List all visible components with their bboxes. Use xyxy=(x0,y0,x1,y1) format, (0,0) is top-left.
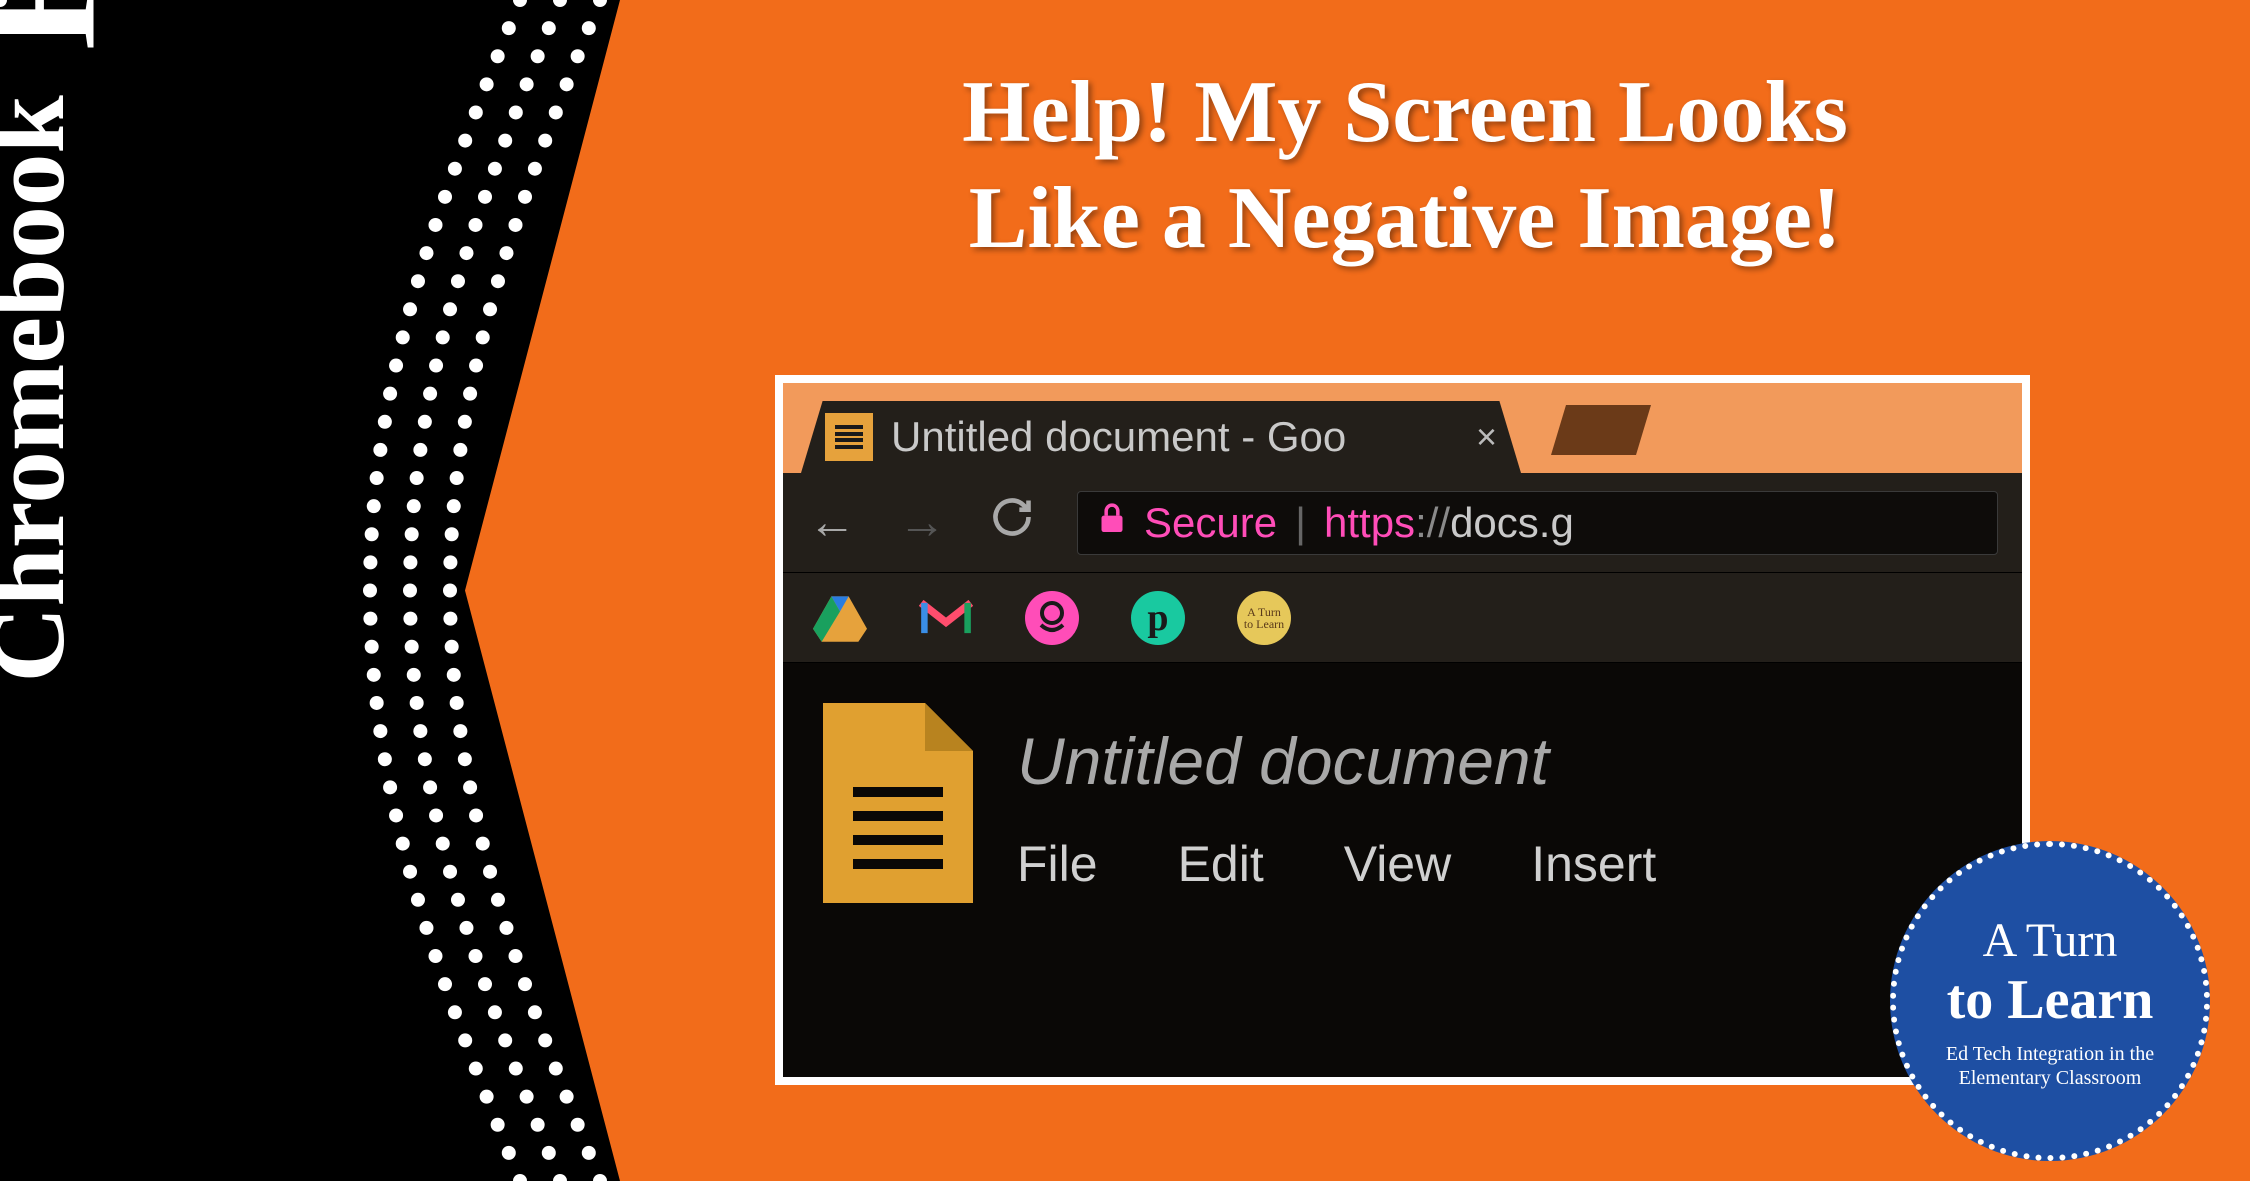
badge-line1: A Turn xyxy=(1983,913,2118,968)
tab-title: Untitled document - Goo xyxy=(891,413,1448,461)
yellow-circle-icon[interactable]: A Turnto Learn xyxy=(1237,591,1291,645)
document-menu-bar: File Edit View Insert xyxy=(1017,835,1982,893)
tab-strip: Untitled document - Goo × xyxy=(783,383,2022,473)
docs-file-icon xyxy=(823,703,973,903)
forward-icon[interactable]: → xyxy=(897,495,947,550)
menu-view[interactable]: View xyxy=(1344,835,1451,893)
url-protocol: https xyxy=(1324,499,1415,546)
docs-favicon-icon xyxy=(825,413,873,461)
menu-insert[interactable]: Insert xyxy=(1531,835,1656,893)
address-separator: | xyxy=(1295,499,1306,547)
tab-close-icon[interactable]: × xyxy=(1476,416,1497,458)
document-title[interactable]: Untitled document xyxy=(1017,723,1982,799)
badge-subtitle: Ed Tech Integration in the Elementary Cl… xyxy=(1916,1042,2184,1090)
headline: Help! My Screen Looks Like a Negative Im… xyxy=(680,60,2130,271)
pink-circle-icon[interactable] xyxy=(1025,591,1079,645)
url-host: docs.g xyxy=(1450,499,1574,546)
browser-toolbar: ← → Secure | https://docs.g xyxy=(783,473,2022,573)
new-tab-button[interactable] xyxy=(1551,405,1651,455)
reload-icon[interactable] xyxy=(987,495,1037,551)
browser-tab[interactable]: Untitled document - Goo × xyxy=(801,401,1521,473)
back-icon[interactable]: ← xyxy=(807,495,857,550)
url-sep: :// xyxy=(1415,499,1450,546)
document-area: Untitled document File Edit View Insert xyxy=(783,663,2022,1077)
menu-file[interactable]: File xyxy=(1017,835,1098,893)
badge-line2: to Learn xyxy=(1947,968,2154,1032)
secure-label: Secure xyxy=(1144,499,1277,547)
browser-screenshot: Untitled document - Goo × ← → Secure | h… xyxy=(775,375,2030,1085)
headline-line1: Help! My Screen Looks xyxy=(680,60,2130,166)
brand-badge: A Turn to Learn Ed Tech Integration in t… xyxy=(1890,841,2210,1161)
address-bar[interactable]: Secure | https://docs.g xyxy=(1077,491,1998,555)
sidebar-title: Chromebook Help! xyxy=(0,0,133,683)
lock-icon xyxy=(1098,501,1126,544)
pinterest-icon[interactable]: p xyxy=(1131,591,1185,645)
bookmarks-bar: p A Turnto Learn xyxy=(783,573,2022,663)
drive-icon[interactable] xyxy=(813,591,867,645)
gmail-icon[interactable] xyxy=(919,591,973,645)
headline-line2: Like a Negative Image! xyxy=(680,166,2130,272)
menu-edit[interactable]: Edit xyxy=(1178,835,1264,893)
sidebar-title-help: Help! xyxy=(0,0,133,50)
sidebar-title-chromebook: Chromebook xyxy=(0,95,86,682)
